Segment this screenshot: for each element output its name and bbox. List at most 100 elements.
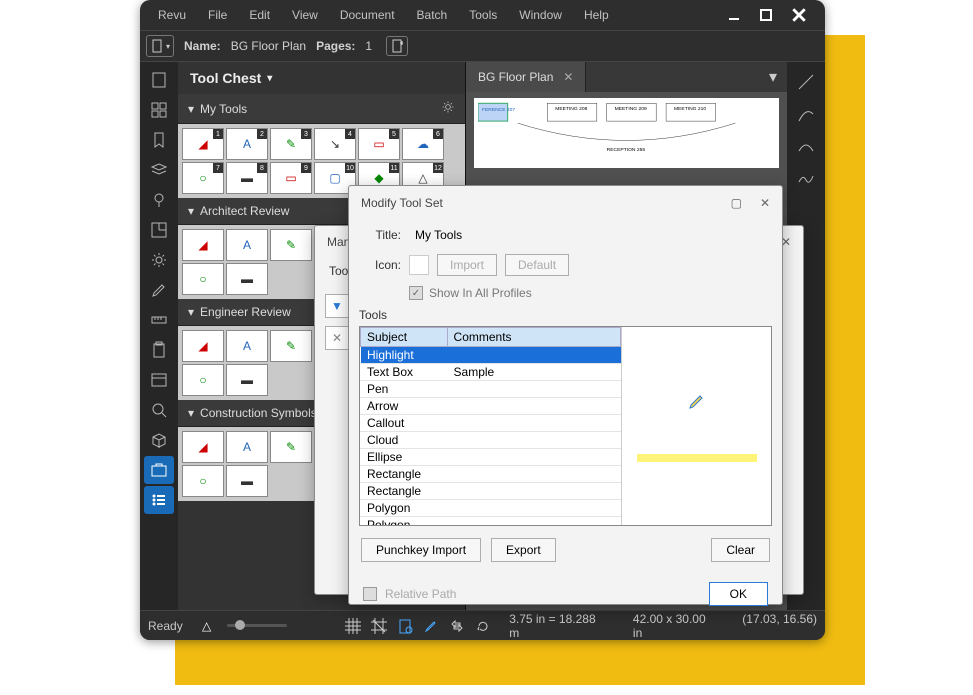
tool-tile[interactable]: A	[226, 229, 268, 261]
tool-tile[interactable]: ○	[182, 465, 224, 497]
show-all-checkbox[interactable]: ✓	[409, 286, 423, 300]
group-my-tools[interactable]: ▾ My Tools	[178, 94, 465, 124]
menu-revu[interactable]: Revu	[158, 8, 186, 22]
strip-pen-icon[interactable]	[144, 276, 174, 304]
curve-icon[interactable]	[794, 102, 818, 126]
strip-file-icon[interactable]	[144, 66, 174, 94]
strip-list-icon[interactable]	[144, 486, 174, 514]
modify-toolset-dialog: Modify Tool Set ▢ ✕ Title: Icon: Import …	[348, 185, 783, 605]
table-row[interactable]: Arrow	[361, 398, 621, 415]
punchkey-import-button[interactable]: Punchkey Import	[361, 538, 481, 562]
col-comments[interactable]: Comments	[447, 328, 620, 347]
tool-tile[interactable]: ◢	[182, 229, 224, 261]
maximize-icon[interactable]: ▢	[731, 196, 742, 210]
col-subject[interactable]: Subject	[361, 328, 448, 347]
tool-tile[interactable]: A	[226, 330, 268, 362]
tool-tile[interactable]: ○	[182, 364, 224, 396]
tool-tile[interactable]: A2	[226, 128, 268, 160]
menu-view[interactable]: View	[292, 8, 318, 22]
tool-tile[interactable]: ✎	[270, 330, 312, 362]
document-menu-icon[interactable]: ▾	[146, 35, 174, 57]
tool-tile[interactable]: ✎3	[270, 128, 312, 160]
close-icon[interactable]	[791, 7, 807, 23]
sync-icon[interactable]	[447, 616, 467, 636]
strip-gear-icon[interactable]	[144, 246, 174, 274]
tool-tile[interactable]: ☁6	[402, 128, 444, 160]
chevron-down-icon[interactable]: ▾	[769, 67, 777, 87]
delete-button[interactable]: ✕	[325, 326, 349, 350]
table-row[interactable]: Text BoxSample	[361, 364, 621, 381]
tool-tile[interactable]: ▭9	[270, 162, 312, 194]
tool-tile[interactable]: ○	[182, 263, 224, 295]
import-button[interactable]: Import	[437, 254, 497, 276]
strip-clipboard-icon[interactable]	[144, 336, 174, 364]
page-add-icon[interactable]	[386, 36, 408, 56]
clear-button[interactable]: Clear	[711, 538, 770, 562]
table-row[interactable]: Rectangle	[361, 483, 621, 500]
arc-icon[interactable]	[794, 134, 818, 158]
strip-pin-icon[interactable]	[144, 186, 174, 214]
strip-links-icon[interactable]	[144, 366, 174, 394]
tool-tile[interactable]: ○7	[182, 162, 224, 194]
tool-tile[interactable]: ▬8	[226, 162, 268, 194]
tool-tile[interactable]: ◢	[182, 330, 224, 362]
tool-tile[interactable]: ▬	[226, 263, 268, 295]
gear-icon[interactable]	[441, 100, 455, 117]
triangle-icon[interactable]: △	[202, 619, 211, 633]
zoom-slider[interactable]	[227, 624, 287, 627]
title-input[interactable]	[409, 224, 768, 246]
menu-help[interactable]: Help	[584, 8, 609, 22]
tool-tile[interactable]: ▬	[226, 364, 268, 396]
menu-document[interactable]: Document	[340, 8, 395, 22]
strip-toolchest-icon[interactable]	[144, 456, 174, 484]
menu-tools[interactable]: Tools	[469, 8, 497, 22]
menu-batch[interactable]: Batch	[417, 8, 448, 22]
move-down-button[interactable]: ▼	[325, 294, 349, 318]
menu-file[interactable]: File	[208, 8, 227, 22]
tool-tile[interactable]: ▭5	[358, 128, 400, 160]
default-button[interactable]: Default	[505, 254, 569, 276]
panel-title[interactable]: Tool Chest ▾	[178, 62, 465, 94]
menu-edit[interactable]: Edit	[249, 8, 270, 22]
strip-ruler-icon[interactable]	[144, 306, 174, 334]
snap-markup-icon[interactable]	[421, 616, 441, 636]
table-row[interactable]: Cloud	[361, 432, 621, 449]
relative-path-checkbox[interactable]	[363, 587, 377, 601]
ok-button[interactable]: OK	[709, 582, 768, 606]
table-row[interactable]: Polygon	[361, 500, 621, 517]
strip-layers-icon[interactable]	[144, 156, 174, 184]
table-row[interactable]: Highlight	[361, 347, 621, 364]
grid-icon[interactable]	[343, 616, 363, 636]
tab-bg-floor-plan[interactable]: BG Floor Plan ✕	[466, 62, 586, 92]
table-row[interactable]: Ellipse	[361, 449, 621, 466]
strip-box-icon[interactable]	[144, 426, 174, 454]
tool-tile[interactable]: ✎	[270, 229, 312, 261]
snap-icon[interactable]	[369, 616, 389, 636]
tool-tile[interactable]: ▬	[226, 465, 268, 497]
wave-icon[interactable]	[794, 166, 818, 190]
strip-grid-icon[interactable]	[144, 96, 174, 124]
tool-tile[interactable]: ◢1	[182, 128, 224, 160]
table-row[interactable]: Callout	[361, 415, 621, 432]
tool-tile[interactable]: ◢	[182, 431, 224, 463]
export-button[interactable]: Export	[491, 538, 556, 562]
drawing-sheet[interactable]: FERENCE 207 MEETING 208 MEETING 209 MEET…	[474, 98, 779, 168]
close-icon[interactable]: ✕	[563, 70, 573, 84]
tool-tile[interactable]: A	[226, 431, 268, 463]
table-row[interactable]: Polygon	[361, 517, 621, 526]
table-row[interactable]: Rectangle	[361, 466, 621, 483]
tool-tile[interactable]: ↘4	[314, 128, 356, 160]
maximize-icon[interactable]	[759, 8, 773, 22]
snap-content-icon[interactable]	[395, 616, 415, 636]
tools-table[interactable]: Subject Comments HighlightText BoxSample…	[360, 327, 621, 525]
line-icon[interactable]	[794, 70, 818, 94]
table-row[interactable]: Pen	[361, 381, 621, 398]
strip-bookmark-icon[interactable]	[144, 126, 174, 154]
reuse-icon[interactable]	[473, 616, 493, 636]
tool-tile[interactable]: ✎	[270, 431, 312, 463]
menu-window[interactable]: Window	[519, 8, 562, 22]
strip-search-icon[interactable]	[144, 396, 174, 424]
minimize-icon[interactable]	[727, 8, 741, 22]
close-icon[interactable]: ✕	[760, 196, 770, 210]
strip-floorplan-icon[interactable]	[144, 216, 174, 244]
